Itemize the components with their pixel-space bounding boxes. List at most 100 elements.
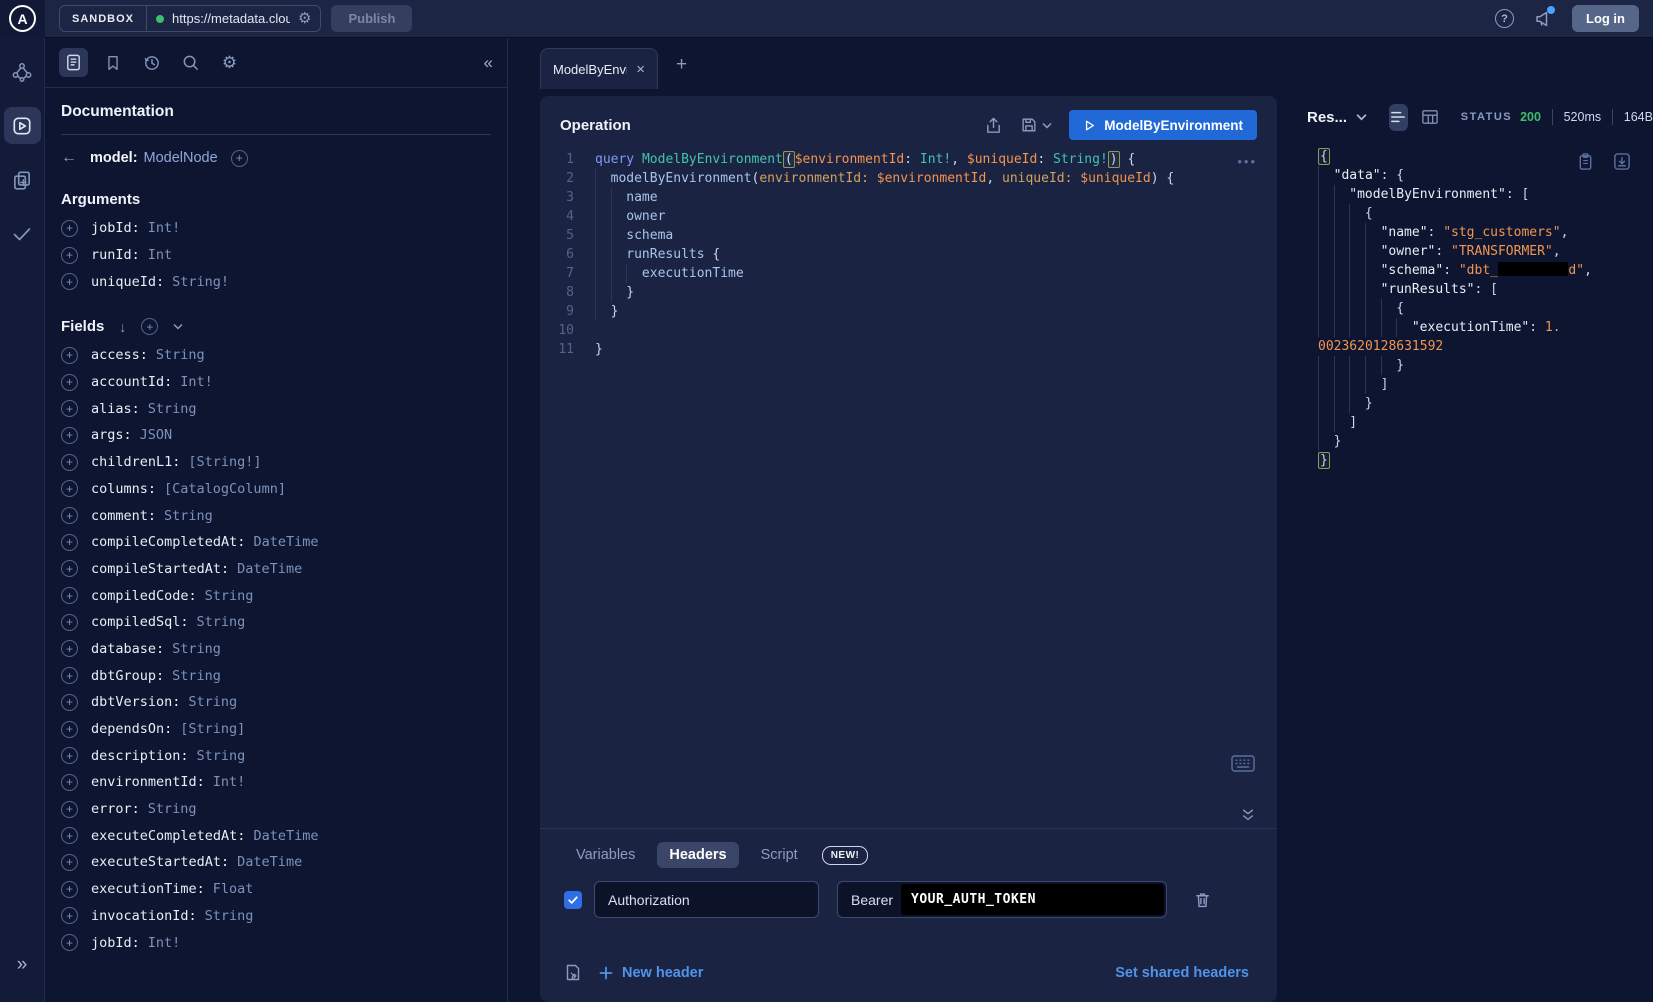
field-item[interactable]: +invocationId:String [61, 903, 491, 930]
operation-tab[interactable]: ModelByEnvi... × [540, 48, 658, 89]
add-to-query-icon[interactable]: + [61, 534, 78, 551]
argument-item[interactable]: +runId:Int [61, 242, 491, 269]
close-tab-icon[interactable]: × [636, 61, 645, 78]
announcements-megaphone-icon[interactable] [1533, 9, 1553, 29]
expand-rail-icon[interactable]: » [17, 954, 28, 976]
query-editor[interactable]: 1query ModelByEnvironment($environmentId… [540, 150, 1277, 359]
field-item[interactable]: +childrenL1:[String!] [61, 449, 491, 476]
field-type-link[interactable]: ModelNode [144, 150, 218, 166]
field-item[interactable]: +columns:[CatalogColumn] [61, 476, 491, 503]
header-value-input[interactable]: Bearer YOUR_AUTH_TOKEN [837, 881, 1167, 918]
endpoint-url-input[interactable]: https://metadata.cloud.get ⚙ [147, 6, 320, 31]
tab-headers[interactable]: Headers [657, 842, 738, 868]
save-options-chevron-icon[interactable] [1042, 122, 1052, 129]
publish-button[interactable]: Publish [331, 5, 412, 32]
argument-item[interactable]: +uniqueId:String! [61, 268, 491, 295]
add-to-query-icon[interactable]: + [61, 721, 78, 738]
add-to-query-icon[interactable]: + [61, 347, 78, 364]
add-to-query-icon[interactable]: + [61, 614, 78, 631]
raw-view-toggle-icon[interactable] [1389, 104, 1408, 131]
delete-header-icon[interactable] [1194, 891, 1211, 909]
add-to-query-icon[interactable]: + [61, 747, 78, 764]
add-to-query-icon[interactable]: + [61, 854, 78, 871]
add-field-icon[interactable]: + [231, 150, 248, 167]
download-response-icon[interactable] [1613, 152, 1631, 171]
checks-icon[interactable] [4, 215, 41, 252]
copy-response-icon[interactable] [1577, 152, 1594, 171]
field-item[interactable]: +compiledSql:String [61, 609, 491, 636]
edit-as-json-icon[interactable] [564, 963, 582, 983]
add-to-query-icon[interactable]: + [61, 427, 78, 444]
bookmarks-icon[interactable] [98, 48, 127, 77]
settings-gear-icon[interactable]: ⚙ [215, 48, 244, 77]
field-item[interactable]: +executeCompletedAt:DateTime [61, 822, 491, 849]
add-to-query-icon[interactable]: + [61, 560, 78, 577]
tab-script[interactable]: Script [749, 842, 810, 868]
add-to-query-icon[interactable]: + [61, 374, 78, 391]
table-view-toggle-icon[interactable] [1421, 109, 1439, 125]
field-item[interactable]: +access:String [61, 342, 491, 369]
field-item[interactable]: +args:JSON [61, 422, 491, 449]
header-key-input[interactable]: Authorization [594, 881, 819, 918]
set-shared-headers-link[interactable]: Set shared headers [1115, 965, 1249, 981]
add-to-query-icon[interactable]: + [61, 774, 78, 791]
collapse-bottom-panel-icon[interactable] [1241, 808, 1255, 822]
add-to-query-icon[interactable]: + [61, 400, 78, 417]
field-item[interactable]: +description:String [61, 742, 491, 769]
field-item[interactable]: +jobId:Int! [61, 929, 491, 956]
share-operation-icon[interactable] [984, 116, 1003, 135]
apollo-logo[interactable]: A [0, 0, 45, 38]
sort-fields-icon[interactable]: ↓ [119, 319, 126, 335]
field-item[interactable]: +comment:String [61, 502, 491, 529]
field-item[interactable]: +alias:String [61, 395, 491, 422]
add-to-query-icon[interactable]: + [61, 907, 78, 924]
field-item[interactable]: +compileCompletedAt:DateTime [61, 529, 491, 556]
add-to-query-icon[interactable]: + [61, 587, 78, 604]
new-tab-icon[interactable]: + [676, 54, 687, 76]
header-enabled-checkbox[interactable] [564, 891, 582, 909]
search-icon[interactable] [176, 48, 205, 77]
new-header-button[interactable]: New header [599, 965, 703, 981]
history-icon[interactable] [137, 48, 166, 77]
chevron-down-icon[interactable] [173, 323, 183, 330]
field-item[interactable]: +compiledCode:String [61, 582, 491, 609]
endpoint-url[interactable]: https://metadata.cloud.get [172, 11, 290, 26]
login-button[interactable]: Log in [1572, 5, 1639, 32]
field-item[interactable]: +executeStartedAt:DateTime [61, 849, 491, 876]
add-to-query-icon[interactable]: + [61, 480, 78, 497]
add-to-query-icon[interactable]: + [61, 507, 78, 524]
add-all-fields-icon[interactable]: + [141, 318, 158, 335]
endpoint-settings-gear-icon[interactable]: ⚙ [298, 11, 311, 26]
add-to-query-icon[interactable]: + [61, 667, 78, 684]
argument-item[interactable]: +jobId:Int! [61, 215, 491, 242]
add-to-query-icon[interactable]: + [61, 454, 78, 471]
tab-variables[interactable]: Variables [564, 842, 647, 868]
keyboard-shortcuts-icon[interactable] [1231, 755, 1255, 772]
add-to-query-icon[interactable]: + [61, 640, 78, 657]
field-item[interactable]: +accountId:Int! [61, 369, 491, 396]
field-item[interactable]: +error:String [61, 796, 491, 823]
add-to-query-icon[interactable]: + [61, 694, 78, 711]
more-options-icon[interactable]: ••• [1237, 154, 1257, 169]
save-operation-icon[interactable] [1020, 116, 1038, 134]
help-icon[interactable]: ? [1495, 9, 1514, 28]
run-operation-button[interactable]: ModelByEnvironment [1069, 110, 1257, 140]
add-to-query-icon[interactable]: + [61, 220, 78, 237]
collapse-panel-icon[interactable]: « [484, 53, 493, 73]
response-dropdown-chevron-icon[interactable] [1356, 113, 1367, 121]
field-item[interactable]: +dependsOn:[String] [61, 716, 491, 743]
add-to-query-icon[interactable]: + [61, 934, 78, 951]
add-to-query-icon[interactable]: + [61, 881, 78, 898]
response-title[interactable]: Res... [1307, 109, 1347, 126]
field-item[interactable]: +dbtGroup:String [61, 662, 491, 689]
operation-collections-icon[interactable] [4, 161, 41, 198]
add-to-query-icon[interactable]: + [61, 801, 78, 818]
field-item[interactable]: +database:String [61, 636, 491, 663]
field-item[interactable]: +executionTime:Float [61, 876, 491, 903]
documentation-tab-icon[interactable] [59, 48, 88, 77]
field-item[interactable]: +environmentId:Int! [61, 769, 491, 796]
field-item[interactable]: +compileStartedAt:DateTime [61, 556, 491, 583]
add-to-query-icon[interactable]: + [61, 827, 78, 844]
add-to-query-icon[interactable]: + [61, 273, 78, 290]
schema-graph-icon[interactable] [4, 53, 41, 90]
